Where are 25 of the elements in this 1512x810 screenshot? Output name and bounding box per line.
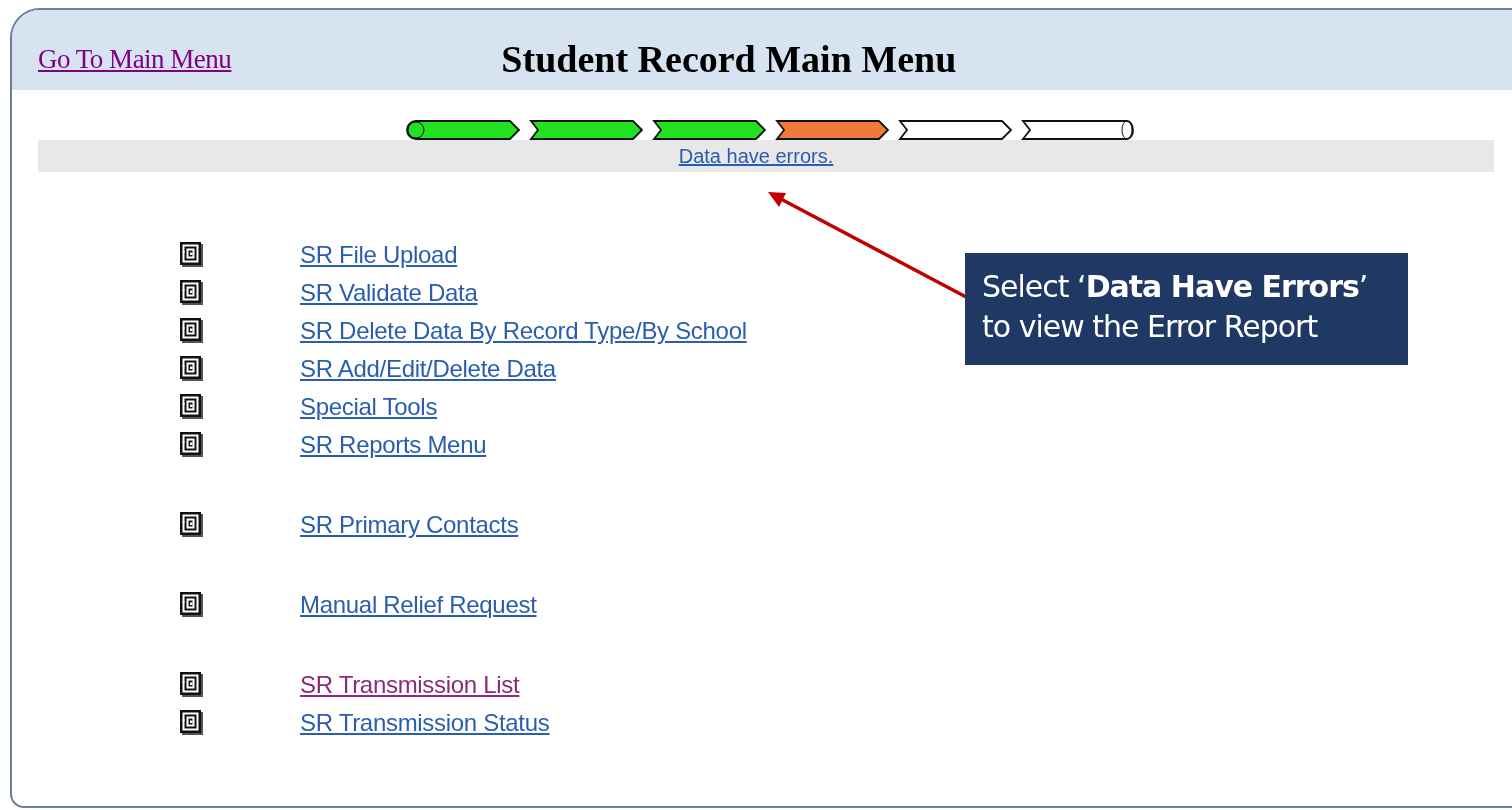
menu-link[interactable]: SR Reports Menu <box>300 427 487 463</box>
menu-link[interactable]: SR File Upload <box>300 237 458 273</box>
spiral-icon <box>180 710 204 736</box>
spiral-icon <box>180 432 204 458</box>
page-title: Student Record Main Menu <box>501 36 957 82</box>
spiral-icon <box>180 242 204 268</box>
menu-link[interactable]: Special Tools <box>300 389 438 425</box>
spiral-icon <box>180 672 204 698</box>
menu-link[interactable]: SR Add/Edit/Delete Data <box>300 351 556 387</box>
spiral-icon <box>180 394 204 420</box>
callout-text: Select ‘Data Have Errors’ <box>982 268 1369 306</box>
menu-link[interactable]: SR Transmission List <box>300 667 520 703</box>
spiral-icon <box>180 280 204 306</box>
menu-link[interactable]: SR Delete Data By Record Type/By School <box>300 313 747 349</box>
spiral-icon <box>180 356 204 382</box>
main-menu-link[interactable]: Go To Main Menu <box>38 38 232 80</box>
menu-link[interactable]: Manual Relief Request <box>300 587 537 623</box>
status-link[interactable]: Data have errors. <box>678 141 834 171</box>
spiral-icon <box>180 592 204 618</box>
menu-link[interactable]: SR Transmission Status <box>300 705 550 741</box>
callout-text: to view the Error Report <box>982 308 1319 346</box>
menu-link[interactable]: SR Primary Contacts <box>300 507 519 543</box>
spiral-icon <box>180 512 204 538</box>
spiral-icon <box>180 318 204 344</box>
menu-link[interactable]: SR Validate Data <box>300 275 478 311</box>
